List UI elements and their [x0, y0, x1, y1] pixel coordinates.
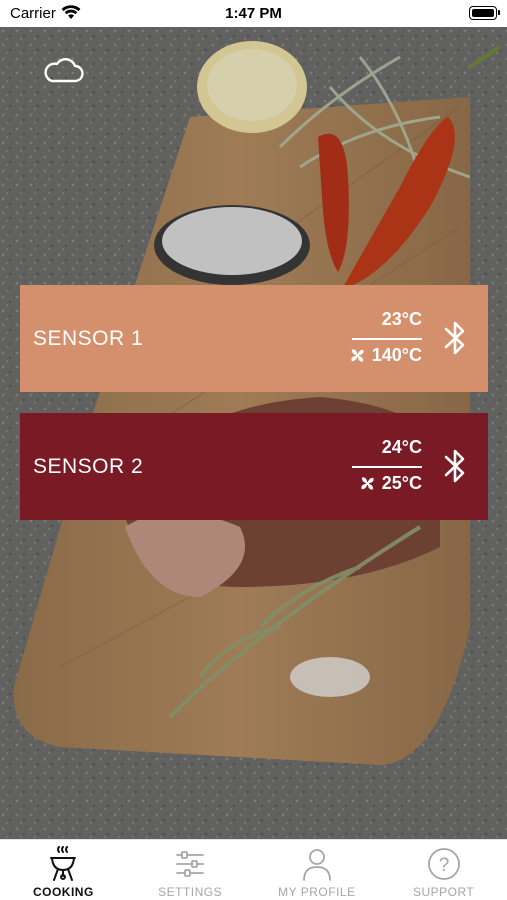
status-bar: Carrier 1:47 PM	[0, 0, 507, 27]
tab-label: COOKING	[32, 885, 94, 899]
question-icon: ?	[427, 848, 460, 880]
tab-label: SUPPORT	[412, 885, 475, 899]
tab-my-profile[interactable]: MY PROFILE	[254, 840, 381, 900]
battery-icon	[469, 6, 500, 20]
bluetooth-icon	[444, 449, 465, 483]
temperature-divider	[352, 338, 422, 340]
target-temperature: 25°C	[381, 473, 422, 493]
svg-text:?: ?	[438, 855, 449, 876]
tab-label: MY PROFILE	[278, 885, 356, 899]
sliders-icon	[176, 851, 205, 877]
target-temperature-row: 140°C	[348, 345, 422, 366]
bluetooth-icon	[444, 321, 465, 355]
fan-icon	[361, 477, 374, 490]
sensor-card-2[interactable]: SENSOR 2 24°C 25°C	[20, 413, 488, 520]
current-temperature: 23°C	[381, 309, 422, 329]
user-icon	[302, 849, 331, 881]
sensor-name: SENSOR 1	[33, 327, 144, 350]
target-temperature: 140°C	[371, 345, 422, 365]
tab-settings[interactable]: SETTINGS	[127, 840, 254, 900]
tab-label: SETTINGS	[158, 885, 223, 899]
temperature-divider	[352, 466, 422, 468]
cloud-icon[interactable]	[42, 56, 84, 84]
clock: 1:47 PM	[225, 5, 282, 22]
current-temperature: 24°C	[381, 437, 422, 457]
grill-icon	[50, 846, 77, 881]
sensor-name: SENSOR 2	[33, 455, 144, 478]
sensor-card-1[interactable]: SENSOR 1 23°C 140°C	[20, 285, 488, 392]
tab-cooking[interactable]: COOKING	[0, 840, 127, 900]
tab-support[interactable]: ? SUPPORT	[380, 840, 507, 900]
tab-bar: COOKING SETTINGS MY PROFILE ? SUPPORT	[0, 839, 507, 900]
target-temperature-row: 25°C	[358, 473, 422, 494]
fan-icon	[351, 349, 364, 362]
